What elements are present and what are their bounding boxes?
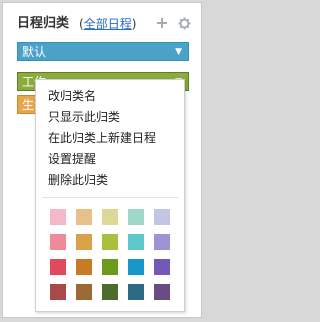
panel-title: 日程归类 [17, 16, 70, 31]
all-schedules-link[interactable]: 全部日程 [84, 17, 132, 31]
panel-header: 日程归类 (全部日程) [17, 15, 197, 35]
gear-icon-svg [177, 17, 191, 30]
color-palette [50, 209, 172, 305]
color-swatch[interactable] [128, 259, 144, 275]
menu-item-rename[interactable]: 改归类名 [48, 88, 96, 104]
category-panel: 日程归类 (全部日程) 默认 ▼ 工作 ▼ 生活 改归类名 [2, 2, 202, 318]
gear-icon[interactable] [177, 17, 191, 31]
color-swatch[interactable] [102, 234, 118, 250]
color-swatch[interactable] [76, 284, 92, 300]
category-label: 默认 [22, 45, 47, 59]
color-swatch[interactable] [102, 209, 118, 225]
color-swatch[interactable] [154, 284, 170, 300]
color-swatch[interactable] [128, 284, 144, 300]
menu-item-delete[interactable]: 删除此归类 [48, 172, 108, 188]
color-swatch[interactable] [102, 284, 118, 300]
color-swatch[interactable] [50, 209, 66, 225]
color-swatch[interactable] [76, 234, 92, 250]
color-swatch[interactable] [50, 259, 66, 275]
color-swatch[interactable] [154, 209, 170, 225]
color-swatch[interactable] [76, 209, 92, 225]
plus-icon[interactable] [155, 17, 169, 31]
plus-icon-svg [157, 18, 167, 28]
chevron-down-icon[interactable]: ▼ [175, 43, 182, 62]
all-schedules-wrap: (全部日程) [79, 15, 136, 33]
category-context-menu: 改归类名 只显示此归类 在此归类上新建日程 设置提醒 删除此归类 [35, 79, 185, 312]
color-swatch[interactable] [154, 234, 170, 250]
color-swatch[interactable] [102, 259, 118, 275]
color-swatch[interactable] [76, 259, 92, 275]
color-swatch[interactable] [50, 284, 66, 300]
color-swatch[interactable] [50, 234, 66, 250]
menu-divider [42, 197, 178, 198]
color-swatch[interactable] [128, 234, 144, 250]
close-paren: ) [131, 17, 137, 31]
menu-item-new-event[interactable]: 在此归类上新建日程 [48, 130, 156, 146]
category-default[interactable]: 默认 ▼ [17, 42, 189, 61]
color-swatch[interactable] [128, 209, 144, 225]
menu-item-set-reminder[interactable]: 设置提醒 [48, 151, 96, 167]
menu-item-show-only[interactable]: 只显示此归类 [48, 109, 120, 125]
color-swatch[interactable] [154, 259, 170, 275]
